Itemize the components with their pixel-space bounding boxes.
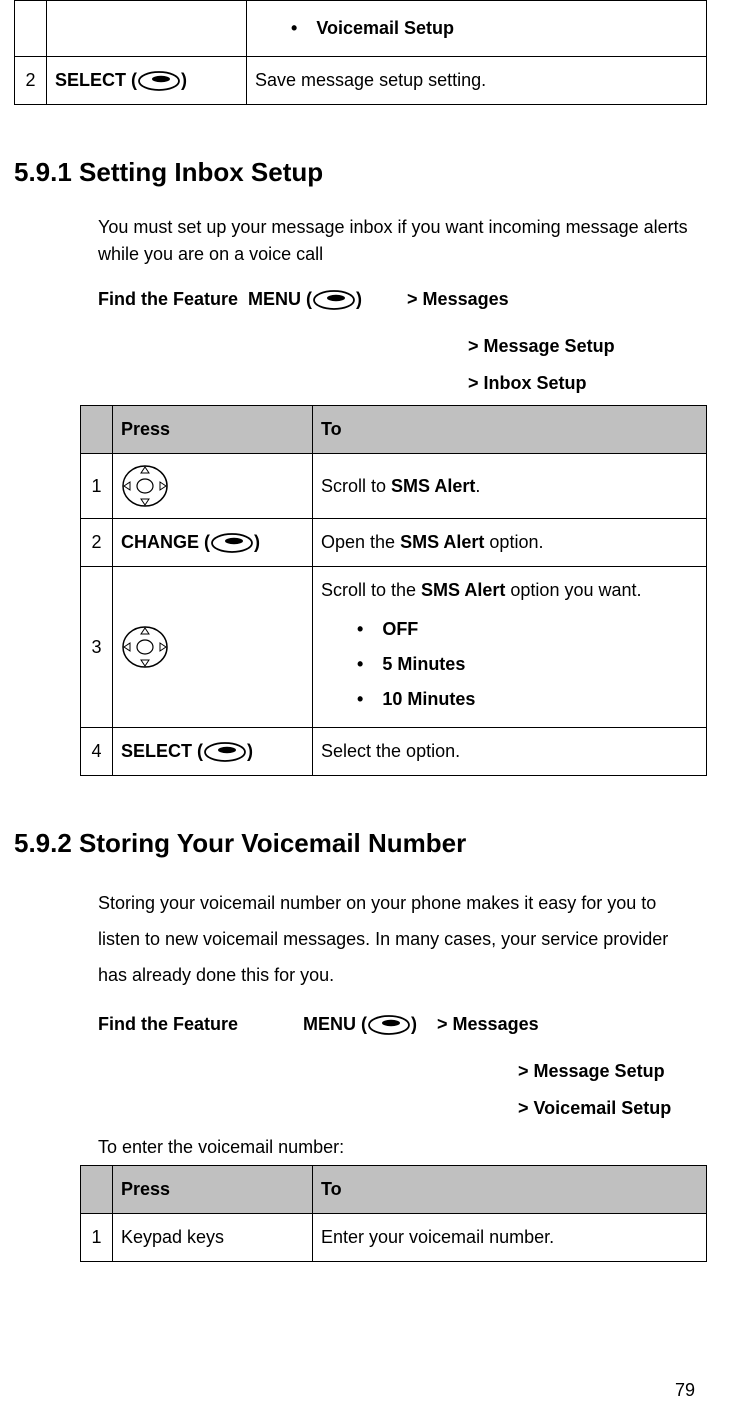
top-r1-press xyxy=(47,1,247,57)
r3-to: Scroll to the SMS Alert option you want.… xyxy=(313,567,707,728)
feature-line-591: Find the Feature MENU () > Messages xyxy=(98,286,697,313)
table-591: Press To 1 Scroll to SMS Alert. 2 CHANGE… xyxy=(80,405,707,776)
r3-to-post: option you want. xyxy=(505,580,641,600)
softkey-icon xyxy=(312,289,356,311)
r3-to-pre: Scroll to the xyxy=(321,580,421,600)
table-row: 1 Keypad keys Enter your voicemail numbe… xyxy=(81,1214,707,1262)
h2-blank xyxy=(81,1166,113,1214)
bc-inbox-setup: > Inbox Setup xyxy=(468,370,697,397)
r3-to-bold: SMS Alert xyxy=(421,580,505,600)
opt-5min: 5 Minutes xyxy=(357,647,698,682)
top-r2-num: 2 xyxy=(15,57,47,105)
r1-press xyxy=(113,454,313,519)
heading-592: 5.9.2 Storing Your Voicemail Number xyxy=(14,824,707,863)
h2-press: Press xyxy=(113,1166,313,1214)
top-r2-press: SELECT () xyxy=(47,57,247,105)
top-r2-to: Save message setup setting. xyxy=(247,57,707,105)
bc-messages: > Messages xyxy=(407,286,509,313)
table-592: Press To 1 Keypad keys Enter your voicem… xyxy=(80,1165,707,1262)
r4-press: SELECT () xyxy=(113,728,313,776)
enter-voicemail-line: To enter the voicemail number: xyxy=(98,1134,697,1161)
r1-to-pre: Scroll to xyxy=(321,476,391,496)
h-press: Press xyxy=(113,406,313,454)
change-label: CHANGE xyxy=(121,532,199,552)
intro-592: Storing your voicemail number on your ph… xyxy=(98,885,697,993)
r4-num: 4 xyxy=(81,728,113,776)
h2-to: To xyxy=(313,1166,707,1214)
softkey-icon xyxy=(203,741,247,763)
intro-591: You must set up your message inbox if yo… xyxy=(98,214,697,268)
table-row: 4 SELECT () Select the option. xyxy=(81,728,707,776)
r1-to-post: . xyxy=(475,476,480,496)
table-row: 2 CHANGE () Open the SMS Alert option. xyxy=(81,519,707,567)
softkey-icon xyxy=(137,70,181,92)
table-row: 1 Scroll to SMS Alert. xyxy=(81,454,707,519)
opt-off: OFF xyxy=(357,612,698,647)
r4-to: Select the option. xyxy=(313,728,707,776)
heading-591: 5.9.1 Setting Inbox Setup xyxy=(14,153,707,192)
top-r1-num xyxy=(15,1,47,57)
t2r1-press: Keypad keys xyxy=(113,1214,313,1262)
r2-to: Open the SMS Alert option. xyxy=(313,519,707,567)
softkey-icon xyxy=(367,1014,411,1036)
r2-to-post: option. xyxy=(484,532,543,552)
table-header: Press To xyxy=(81,406,707,454)
top-r1-to: Voicemail Setup xyxy=(247,1,707,57)
nav-icon xyxy=(121,625,169,669)
bc-message-setup: > Message Setup xyxy=(468,333,697,360)
page-number: 79 xyxy=(675,1377,695,1404)
select-label: SELECT xyxy=(55,70,126,90)
r1-num: 1 xyxy=(81,454,113,519)
find-feature-label: Find the Feature xyxy=(98,286,238,313)
bc-voicemail-setup: > Voicemail Setup xyxy=(518,1095,697,1122)
r2-to-bold: SMS Alert xyxy=(400,532,484,552)
t2r1-num: 1 xyxy=(81,1214,113,1262)
r2-num: 2 xyxy=(81,519,113,567)
bullet-voicemail-setup: Voicemail Setup xyxy=(291,11,698,46)
menu-label: MENU xyxy=(248,286,301,313)
softkey-icon xyxy=(210,532,254,554)
r1-to-bold: SMS Alert xyxy=(391,476,475,496)
bc-messages-2: > Messages xyxy=(437,1011,539,1038)
bc-message-setup-2: > Message Setup xyxy=(518,1058,697,1085)
opt-10min: 10 Minutes xyxy=(357,682,698,717)
menu-label: MENU xyxy=(303,1011,356,1038)
t2r1-to: Enter your voicemail number. xyxy=(313,1214,707,1262)
top-table: Voicemail Setup 2 SELECT () Save message… xyxy=(14,0,707,105)
h-blank xyxy=(81,406,113,454)
r1-to: Scroll to SMS Alert. xyxy=(313,454,707,519)
r2-to-pre: Open the xyxy=(321,532,400,552)
nav-icon xyxy=(121,464,169,508)
r3-num: 3 xyxy=(81,567,113,728)
find-feature-label: Find the Feature xyxy=(98,1011,238,1038)
table-header: Press To xyxy=(81,1166,707,1214)
r2-press: CHANGE () xyxy=(113,519,313,567)
h-to: To xyxy=(313,406,707,454)
table-row: 3 Scroll to the SMS Alert option you wan… xyxy=(81,567,707,728)
r3-press xyxy=(113,567,313,728)
feature-line-592: Find the Feature MENU () > Messages xyxy=(98,1011,697,1038)
select-label: SELECT xyxy=(121,741,192,761)
